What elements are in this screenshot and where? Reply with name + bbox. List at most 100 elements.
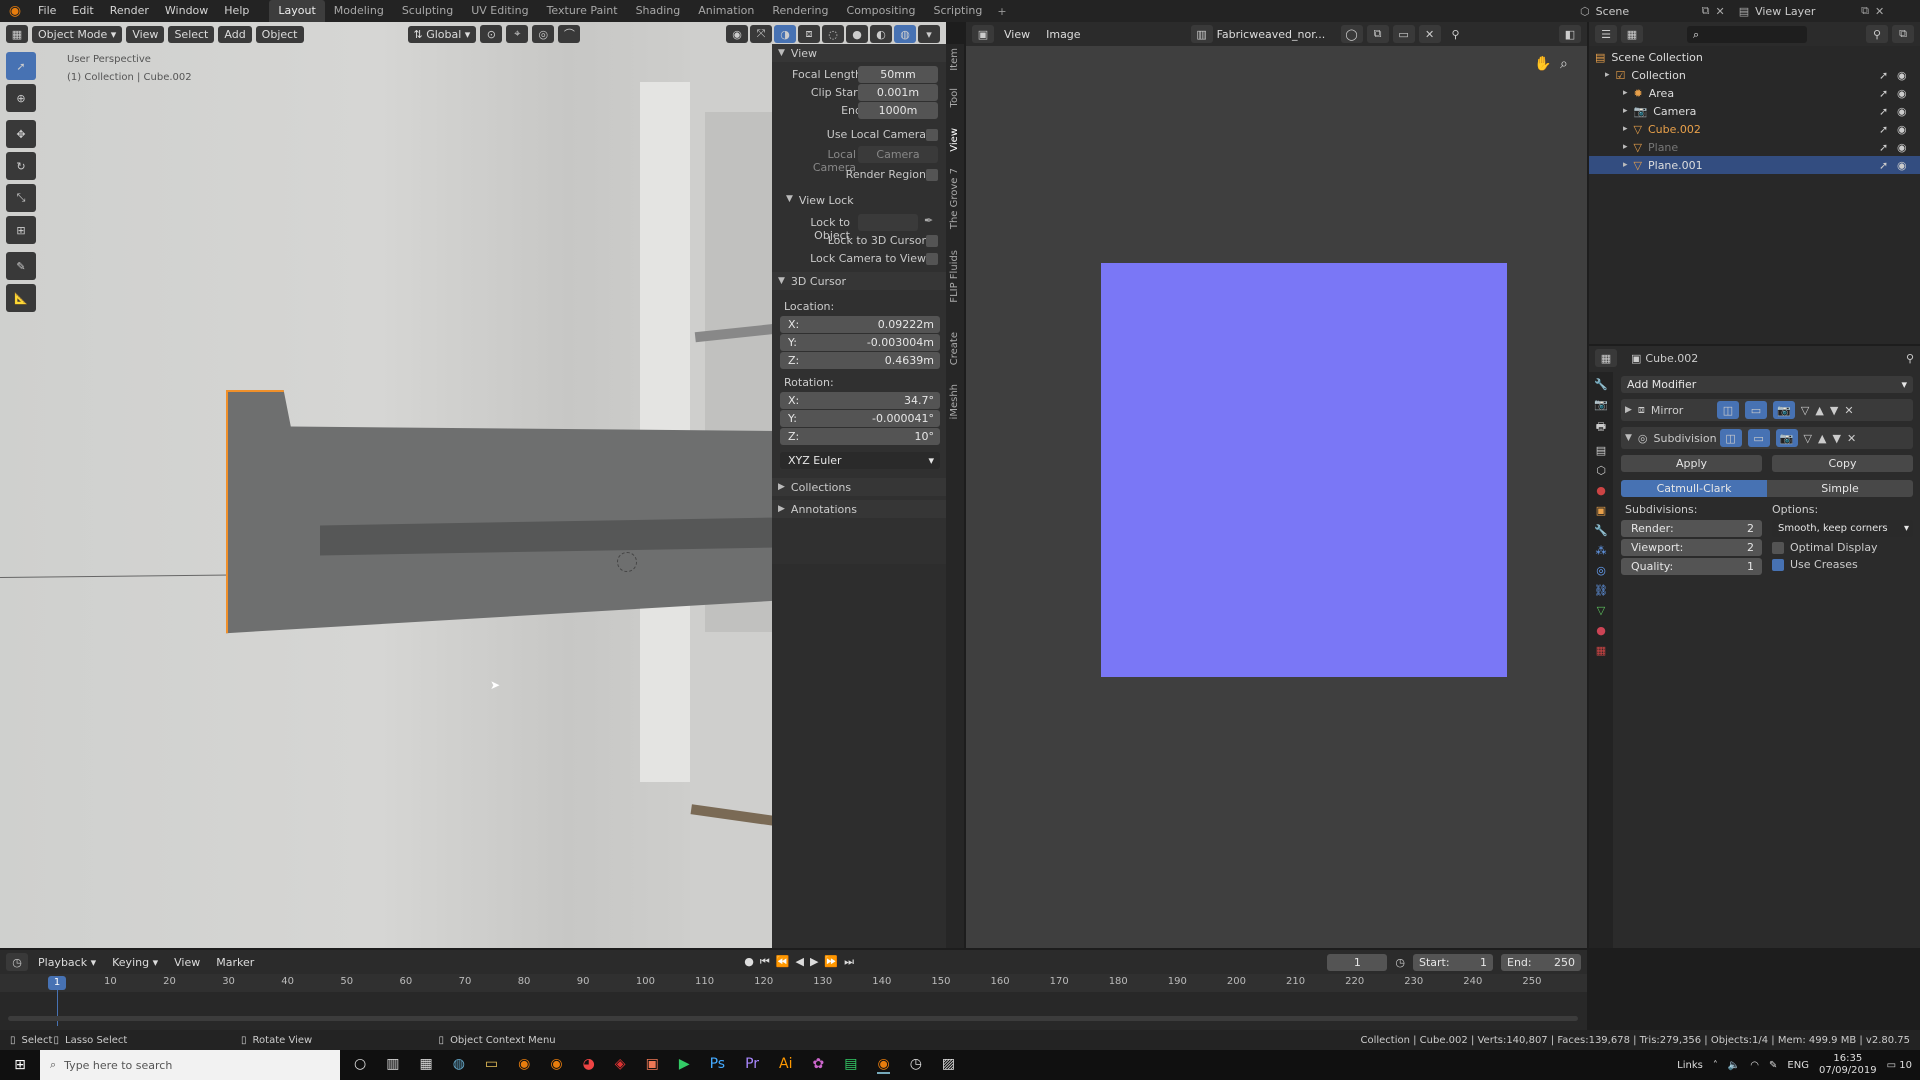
mirror-down-icon[interactable]: ▼ [1830,404,1838,417]
viewport-menu-view[interactable]: View [126,25,165,43]
image-editor[interactable]: ▣ View Image ▥ Fabricweaved_nor... ◯ ⧉ ▭… [966,22,1587,948]
move-tool-icon[interactable]: ✥ [6,120,36,148]
npanel-tab-item[interactable]: Item [949,48,960,71]
calculator-app-icon[interactable]: ▦ [419,1056,432,1074]
mirror-cage-icon[interactable]: ▽ [1801,404,1809,417]
image-open-icon[interactable]: ▭ [1392,25,1415,43]
render-tab-icon[interactable]: 📷 [1594,398,1608,411]
modifier-tab-icon[interactable]: 🔧 [1594,524,1608,537]
blender-logo-icon[interactable]: ◉ [0,3,30,19]
constraints-tab-icon[interactable]: ⛓ [1594,584,1608,597]
select-box-tool-icon[interactable]: ➚ [6,52,36,80]
lock-camera-view-checkbox[interactable] [926,253,938,265]
selectable-icon[interactable]: ➚ [1879,69,1888,82]
selectable-icon[interactable]: ➚ [1879,123,1888,136]
add-workspace-icon[interactable]: + [991,5,1012,18]
viewport-menu-object[interactable]: Object [255,25,304,43]
view-layer-label[interactable]: View Layer [1755,5,1855,18]
mirror-remove-icon[interactable]: ✕ [1844,404,1853,417]
app-icon-green[interactable]: ▤ [844,1056,857,1074]
language-label[interactable]: ENG [1787,1060,1809,1071]
annotate-tool-icon[interactable]: ✎ [6,252,36,280]
outliner-search-input[interactable]: ⌕ [1687,25,1807,43]
image-menu-image[interactable]: Image [1040,26,1086,43]
expand-chevron-icon[interactable]: ▸ [1623,106,1628,116]
timeline-scrollbar[interactable] [8,1016,1578,1021]
end-frame-field[interactable]: End: 250 [1501,953,1581,971]
npanel-tab-tool[interactable]: Tool [949,88,960,107]
jump-start-icon[interactable]: ⏮ [760,955,770,969]
timeline-type-icon[interactable]: ◷ [6,953,28,971]
npanel-tab-create[interactable]: Create [949,332,960,365]
lock-to-object-field[interactable] [858,214,918,231]
blender-active-app-icon[interactable]: ◉ [877,1056,890,1074]
playhead-frame[interactable]: 1 [48,976,66,990]
jump-end-icon[interactable]: ⏭ [844,955,854,969]
image-new-icon[interactable]: ⧉ [1366,25,1389,43]
data-tab-icon[interactable]: ▽ [1597,604,1605,617]
eyedropper-icon[interactable]: ✒ [924,214,933,227]
record-icon[interactable]: ● [744,955,754,969]
workspace-tab-compositing[interactable]: Compositing [838,0,925,22]
viewport-3d[interactable]: ➤ ▦ Object Mode ▾ View Select Add Object… [0,22,946,948]
image-pin-icon[interactable]: ⚲ [1445,25,1467,43]
photoshop-app-icon[interactable]: Ps [710,1056,726,1074]
properties-type-icon[interactable]: ▦ [1595,349,1617,367]
subdivision-cage-icon[interactable]: ▽ [1804,432,1812,445]
expand-chevron-icon[interactable]: ▸ [1623,124,1628,134]
xray-icon[interactable]: ⧈ [798,25,820,43]
use-local-camera-checkbox[interactable] [926,129,938,141]
scene-tab-icon[interactable]: ⬡ [1596,464,1606,477]
outliner-display-mode-icon[interactable]: ▦ [1621,25,1643,43]
expand-chevron-icon[interactable]: ▸ [1605,70,1610,80]
image-menu-view[interactable]: View [998,26,1036,43]
subdivision-modifier-name[interactable]: Subdivision [1654,432,1717,445]
premiere-app-icon[interactable]: Pr [745,1056,759,1074]
app-icon-red[interactable]: ◈ [615,1056,626,1074]
npanel-tab-view[interactable]: View [949,128,960,152]
cursor-tool-icon[interactable]: ⊕ [6,84,36,112]
scene-close-icon[interactable]: ✕ [1715,5,1724,18]
subdivision-down-icon[interactable]: ▼ [1832,432,1840,445]
view-layer-tab-icon[interactable]: ▤ [1596,444,1606,457]
subdivision-remove-icon[interactable]: ✕ [1847,432,1856,445]
npanel-tab-imeshh[interactable]: iMeshh [949,384,960,419]
overlays-icon[interactable]: ◑ [774,25,796,43]
transform-tool-icon[interactable]: ⊞ [6,216,36,244]
cortana-icon[interactable]: ○ [354,1056,366,1074]
taskbar-search-box[interactable]: ⌕ Type here to search [40,1050,340,1080]
measure-tool-icon[interactable]: 📐 [6,284,36,312]
outliner-filter-icon[interactable]: ⚲ [1866,25,1888,43]
mirror-viewport-icon[interactable]: ▭ [1744,401,1767,419]
outliner-item-cube-002[interactable]: ▸ ▽ Cube.002 ➚ ◉ [1589,120,1920,138]
material-tab-icon[interactable]: ● [1596,624,1606,637]
subdivision-editmode-icon[interactable]: ◫ [1719,429,1742,447]
eye-visibility-icon[interactable]: ◉ [1897,87,1907,100]
shading-rendered-icon[interactable]: ◍ [894,25,916,43]
lock-3d-cursor-checkbox[interactable] [926,235,938,247]
play-reverse-icon[interactable]: ◀ [795,955,803,969]
outliner-item-camera[interactable]: ▸ 📷 Camera ➚ ◉ [1589,102,1920,120]
menu-file[interactable]: File [30,0,64,22]
mirror-render-icon[interactable]: 📷 [1772,401,1795,419]
properties-pin-icon[interactable]: ⚲ [1906,352,1914,365]
play-icon[interactable]: ▶ [810,955,818,969]
editor-type-icon[interactable]: ▦ [6,25,28,43]
pen-icon[interactable]: ✎ [1769,1060,1777,1071]
viewport-menu-add[interactable]: Add [218,25,252,43]
image-display-channels-icon[interactable]: ◧ [1559,25,1581,43]
cursor-loc-z-field[interactable]: Z: 0.4639m [780,352,940,369]
timeline-menu-keying[interactable]: Keying ▾ [106,954,164,971]
selectable-icon[interactable]: ➚ [1879,105,1888,118]
focal-length-field[interactable]: 50mm [858,66,938,83]
outliner-type-icon[interactable]: ☰ [1595,25,1617,43]
outliner-scene-collection[interactable]: ▤ Scene Collection [1589,48,1920,66]
shading-wireframe-icon[interactable]: ◌ [822,25,844,43]
prev-keyframe-icon[interactable]: ⏪ [776,955,790,969]
3d-cursor-section-header[interactable]: ▼ 3D Cursor [772,272,946,290]
image-fake-user-icon[interactable]: ◯ [1340,25,1363,43]
task-view-icon[interactable]: ▥ [386,1056,399,1074]
mirror-modifier-name[interactable]: Mirror [1651,404,1711,417]
snap-icon[interactable]: ⌖ [506,25,529,43]
app-icon-clock[interactable]: ◷ [910,1056,922,1074]
